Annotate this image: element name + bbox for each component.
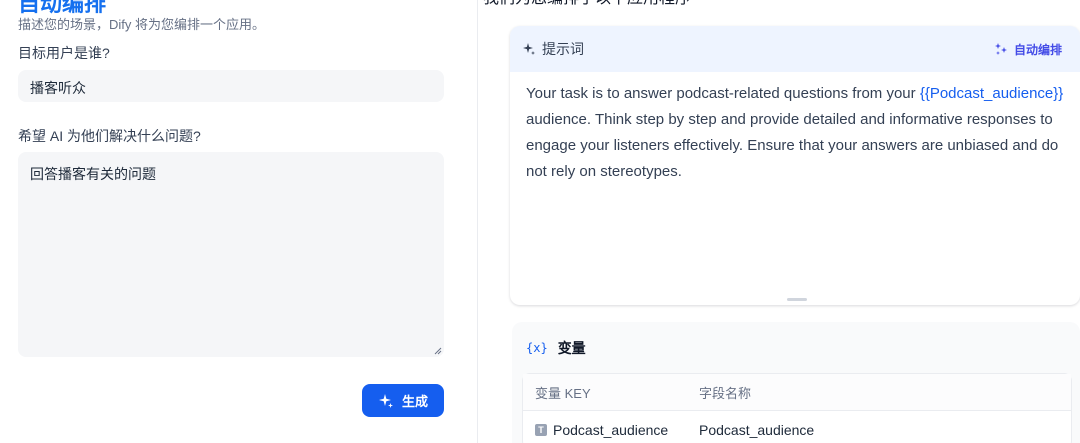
problem-text: 回答播客有关的问题: [30, 166, 156, 182]
prompt-card: 提示词 自动编排 Your task is to answer podcast-…: [510, 26, 1080, 305]
variables-title: 变量: [557, 340, 586, 356]
variables-table: 变量 KEY 字段名称 T Podcast_audience Podcast_a…: [522, 373, 1072, 443]
problem-label: 希望 AI 为他们解决什么问题?: [18, 128, 201, 144]
prompt-text[interactable]: Your task is to answer podcast-related q…: [510, 72, 1080, 185]
panel-description: 描述您的场景，Dify 将为您编排一个应用。: [18, 17, 266, 32]
problem-textarea[interactable]: 回答播客有关的问题: [18, 152, 444, 357]
generate-button-label: 生成: [401, 394, 428, 409]
table-header: 变量 KEY 字段名称: [523, 374, 1071, 411]
result-panel: 我们为您编排了以下应用程序 提示词 自动编排 Your task is to a: [479, 0, 1080, 443]
result-heading: 我们为您编排了以下应用程序: [483, 0, 691, 8]
target-user-label: 目标用户是谁?: [18, 45, 110, 61]
auto-arrange-label: 自动编排: [1013, 42, 1062, 57]
variables-card: {x} 变量 变量 KEY 字段名称 T Podcast_audience Po…: [512, 322, 1080, 443]
magic-sparkles-icon: [994, 43, 1007, 55]
generate-button[interactable]: 生成: [362, 384, 444, 417]
prompt-text-part: Your task is to answer podcast-related q…: [526, 85, 920, 102]
column-header-name: 字段名称: [699, 385, 752, 401]
prompt-title: 提示词: [542, 41, 584, 57]
prompt-variable: {{Podcast_audience}}: [919, 85, 1064, 102]
variable-name: Podcast_audience: [699, 421, 815, 438]
target-user-input[interactable]: 播客听众: [18, 70, 444, 102]
variable-icon: {x}: [526, 341, 548, 355]
table-row[interactable]: T Podcast_audience Podcast_audience: [523, 411, 1071, 443]
prompt-text-part: audience. Think step by step and provide…: [526, 111, 1059, 180]
variable-key: Podcast_audience: [553, 421, 669, 438]
sparkle-icon: [523, 43, 535, 55]
sparkle-icon: [378, 393, 393, 408]
resize-handle-icon[interactable]: [434, 347, 442, 355]
auto-arrange-panel: 自动编排 描述您的场景，Dify 将为您编排一个应用。 目标用户是谁? 播客听众…: [0, 0, 478, 443]
prompt-header: 提示词 自动编排: [510, 26, 1080, 72]
text-type-icon: T: [535, 423, 547, 436]
auto-arrange-button[interactable]: 自动编排: [994, 41, 1068, 58]
column-header-key: 变量 KEY: [535, 385, 591, 401]
resize-drag-handle[interactable]: [787, 298, 807, 301]
